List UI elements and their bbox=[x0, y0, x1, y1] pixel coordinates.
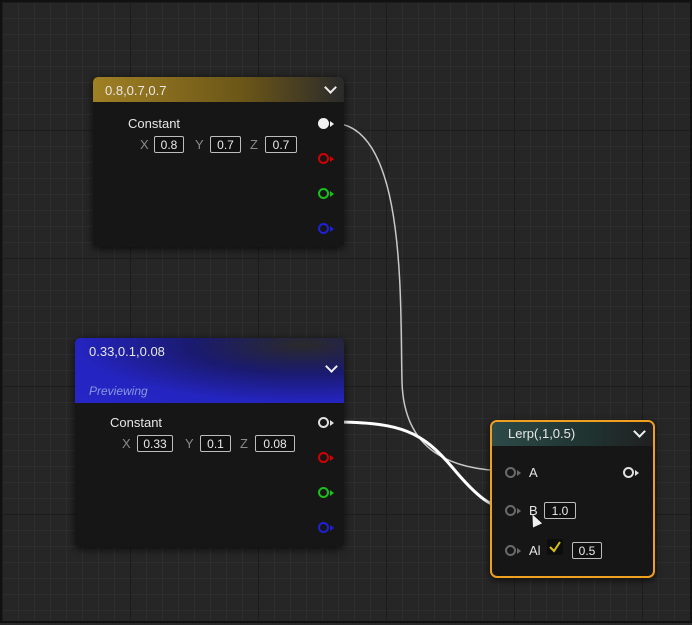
b-output-pin[interactable] bbox=[318, 223, 329, 234]
r-output-pin[interactable] bbox=[318, 452, 329, 463]
b-input-pin[interactable] bbox=[505, 505, 516, 516]
a-input-pin[interactable] bbox=[505, 467, 516, 478]
z-value-field[interactable]: 0.08 bbox=[255, 435, 295, 452]
b-value-field[interactable]: 1.0 bbox=[544, 502, 576, 519]
constant-node-2-header[interactable]: 0.33,0.1,0.08 Previewing bbox=[75, 338, 344, 403]
pin-arrow-icon bbox=[330, 420, 334, 426]
x-axis-label: X bbox=[140, 137, 149, 152]
pin-arrow-icon bbox=[517, 548, 521, 554]
x-axis-label: X bbox=[122, 436, 131, 451]
alpha-value-field[interactable]: 0.5 bbox=[572, 542, 602, 559]
wire-constant1-to-lerp-a[interactable] bbox=[331, 122, 513, 472]
a-input-label: A bbox=[529, 465, 538, 480]
y-value-field[interactable]: 0.7 bbox=[210, 136, 241, 153]
z-axis-label: Z bbox=[240, 436, 248, 451]
lerp-node[interactable]: Lerp(,1,0.5) A B 1.0 Al 0.5 bbox=[490, 420, 655, 578]
x-value-field[interactable]: 0.33 bbox=[137, 435, 173, 452]
alpha-checkbox[interactable] bbox=[547, 539, 563, 555]
pin-arrow-icon bbox=[330, 455, 334, 461]
pin-arrow-icon bbox=[330, 490, 334, 496]
y-axis-label: Y bbox=[195, 137, 204, 152]
pin-arrow-icon bbox=[330, 191, 334, 197]
g-output-pin[interactable] bbox=[318, 188, 329, 199]
alpha-input-pin[interactable] bbox=[505, 545, 516, 556]
lerp-node-header[interactable]: Lerp(,1,0.5) bbox=[492, 422, 653, 446]
constant-label: Constant bbox=[128, 116, 181, 131]
pin-arrow-icon bbox=[517, 470, 521, 476]
pin-arrow-icon bbox=[330, 121, 334, 127]
pin-arrow-icon bbox=[517, 508, 521, 514]
node-title: Lerp(,1,0.5) bbox=[508, 426, 576, 441]
chevron-down-icon[interactable] bbox=[325, 360, 338, 373]
b-output-pin[interactable] bbox=[318, 522, 329, 533]
pin-arrow-icon bbox=[330, 525, 334, 531]
rgb-output-pin[interactable] bbox=[318, 417, 329, 428]
constant-label: Constant bbox=[110, 415, 163, 430]
x-value-field[interactable]: 0.8 bbox=[154, 136, 184, 153]
chevron-down-icon[interactable] bbox=[633, 425, 646, 438]
previewing-label: Previewing bbox=[89, 384, 148, 398]
pin-arrow-icon bbox=[330, 156, 334, 162]
pin-arrow-icon bbox=[330, 226, 334, 232]
rgb-output-pin[interactable] bbox=[318, 118, 329, 129]
y-axis-label: Y bbox=[185, 436, 194, 451]
z-value-field[interactable]: 0.7 bbox=[265, 136, 297, 153]
mouse-cursor-icon bbox=[527, 512, 543, 528]
constant-node-2[interactable]: 0.33,0.1,0.08 Previewing Constant X 0.33… bbox=[75, 338, 344, 547]
material-graph-canvas[interactable]: 0.8,0.7,0.7 Constant X 0.8 Y 0.7 Z 0.7 0… bbox=[0, 0, 692, 623]
constant-node-1[interactable]: 0.8,0.7,0.7 Constant X 0.8 Y 0.7 Z 0.7 bbox=[93, 77, 344, 247]
chevron-down-icon[interactable] bbox=[324, 81, 337, 94]
y-value-field[interactable]: 0.1 bbox=[200, 435, 231, 452]
checkmark-icon bbox=[549, 541, 561, 553]
z-axis-label: Z bbox=[250, 137, 258, 152]
result-output-pin[interactable] bbox=[623, 467, 634, 478]
node-title: 0.33,0.1,0.08 bbox=[89, 344, 165, 359]
wire-constant2-to-lerp-b[interactable] bbox=[331, 420, 513, 511]
node-title: 0.8,0.7,0.7 bbox=[105, 83, 167, 98]
pin-arrow-icon bbox=[635, 470, 639, 476]
g-output-pin[interactable] bbox=[318, 487, 329, 498]
constant-node-1-header[interactable]: 0.8,0.7,0.7 bbox=[93, 77, 344, 102]
alpha-input-label: Al bbox=[529, 543, 541, 558]
r-output-pin[interactable] bbox=[318, 153, 329, 164]
